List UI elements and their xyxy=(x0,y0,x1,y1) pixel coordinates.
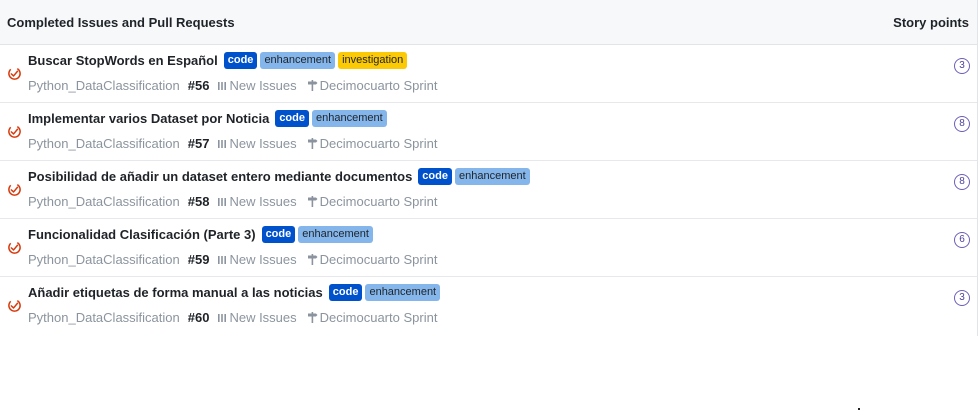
issue-meta: Python_DataClassification #59 New Issues… xyxy=(28,252,437,267)
issue-title-line: Añadir etiquetas de forma manual a las n… xyxy=(28,284,443,301)
story-points-badge: 8 xyxy=(954,116,970,132)
issue-meta: Python_DataClassification #57 New Issues… xyxy=(28,136,437,151)
closed-issue-icon xyxy=(8,241,21,254)
issue-row[interactable]: Añadir etiquetas de forma manual a las n… xyxy=(0,277,977,335)
label-code[interactable]: code xyxy=(275,110,309,127)
issue-meta: Python_DataClassification #56 New Issues… xyxy=(28,78,437,93)
closed-issue-icon xyxy=(8,67,21,80)
label-enhancement[interactable]: enhancement xyxy=(365,284,441,301)
label-code[interactable]: code xyxy=(328,284,363,301)
label-code[interactable]: code xyxy=(261,226,296,243)
pipeline-name[interactable]: New Issues xyxy=(229,136,296,151)
repo-name[interactable]: Python_DataClassification xyxy=(28,78,180,93)
pipeline-name[interactable]: New Issues xyxy=(229,194,296,209)
milestone-name[interactable]: Decimocuarto Sprint xyxy=(320,78,438,93)
issue-title[interactable]: Funcionalidad Clasificación (Parte 3) xyxy=(28,227,256,242)
issue-title[interactable]: Implementar varios Dataset por Noticia xyxy=(28,111,269,126)
label-enhancement[interactable]: enhancement xyxy=(298,226,373,243)
milestone-name[interactable]: Decimocuarto Sprint xyxy=(320,310,438,325)
issue-list: Buscar StopWords en Español code enhancem… xyxy=(0,45,977,335)
issue-title[interactable]: Añadir etiquetas de forma manual a las n… xyxy=(28,285,323,300)
cursor-dot xyxy=(858,408,860,410)
story-points-badge: 3 xyxy=(954,290,970,306)
milestone-icon xyxy=(307,80,318,91)
panel-header: Completed Issues and Pull Requests Story… xyxy=(0,0,977,45)
issue-title-line: Posibilidad de añadir un dataset entero … xyxy=(28,168,533,185)
pipeline-icon xyxy=(218,81,227,90)
label-enhancement[interactable]: enhancement xyxy=(260,52,336,69)
issue-number[interactable]: #56 xyxy=(188,78,210,93)
label-code[interactable]: code xyxy=(418,168,452,185)
story-points-badge: 6 xyxy=(954,232,970,248)
milestone-icon xyxy=(307,138,318,149)
issue-number[interactable]: #57 xyxy=(188,136,210,151)
closed-issue-icon xyxy=(8,183,21,196)
label-code[interactable]: code xyxy=(223,52,258,69)
issue-number[interactable]: #60 xyxy=(188,310,210,325)
pipeline-name[interactable]: New Issues xyxy=(229,310,296,325)
pipeline-name[interactable]: New Issues xyxy=(229,252,296,267)
milestone-name[interactable]: Decimocuarto Sprint xyxy=(320,136,438,151)
issue-row[interactable]: Implementar varios Dataset por Noticia c… xyxy=(0,103,977,161)
pipeline-icon xyxy=(218,139,227,148)
issue-meta: Python_DataClassification #58 New Issues… xyxy=(28,194,437,209)
milestone-icon xyxy=(307,312,318,323)
issue-row[interactable]: Buscar StopWords en Español code enhancem… xyxy=(0,45,977,103)
story-points-badge: 8 xyxy=(954,174,970,190)
issue-number[interactable]: #58 xyxy=(188,194,210,209)
issue-title[interactable]: Posibilidad de añadir un dataset entero … xyxy=(28,169,412,184)
issue-title-line: Buscar StopWords en Español code enhancem… xyxy=(28,52,410,69)
pipeline-name[interactable]: New Issues xyxy=(229,78,296,93)
repo-name[interactable]: Python_DataClassification xyxy=(28,136,180,151)
issue-title-line: Funcionalidad Clasificación (Parte 3) co… xyxy=(28,226,376,243)
milestone-icon xyxy=(307,196,318,207)
label-enhancement[interactable]: enhancement xyxy=(454,168,530,185)
story-points-header: Story points xyxy=(893,14,969,30)
milestone-name[interactable]: Decimocuarto Sprint xyxy=(320,194,438,209)
repo-name[interactable]: Python_DataClassification xyxy=(28,252,180,267)
issue-row[interactable]: Posibilidad de añadir un dataset entero … xyxy=(0,161,977,219)
repo-name[interactable]: Python_DataClassification xyxy=(28,310,180,325)
issue-number[interactable]: #59 xyxy=(188,252,210,267)
pipeline-icon xyxy=(218,197,227,206)
story-points-badge: 3 xyxy=(954,58,970,74)
label-investigation[interactable]: investigation xyxy=(338,52,408,69)
pipeline-icon xyxy=(218,313,227,322)
milestone-icon xyxy=(307,254,318,265)
panel-title: Completed Issues and Pull Requests xyxy=(7,14,235,30)
issue-title-line: Implementar varios Dataset por Noticia c… xyxy=(28,110,390,127)
issue-row[interactable]: Funcionalidad Clasificación (Parte 3) co… xyxy=(0,219,977,277)
pipeline-icon xyxy=(218,255,227,264)
issue-title[interactable]: Buscar StopWords en Español xyxy=(28,53,218,68)
milestone-name[interactable]: Decimocuarto Sprint xyxy=(320,252,438,267)
completed-issues-panel: Completed Issues and Pull Requests Story… xyxy=(0,0,978,336)
closed-issue-icon xyxy=(8,125,21,138)
label-enhancement[interactable]: enhancement xyxy=(312,110,387,127)
repo-name[interactable]: Python_DataClassification xyxy=(28,194,180,209)
issue-meta: Python_DataClassification #60 New Issues… xyxy=(28,310,437,325)
closed-issue-icon xyxy=(8,299,21,312)
